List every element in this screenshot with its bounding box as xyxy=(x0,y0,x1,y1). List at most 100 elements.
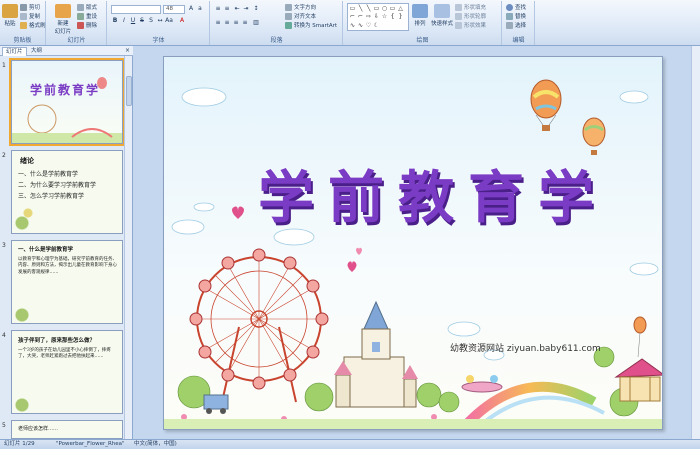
align-left-icon[interactable]: ≡ xyxy=(214,19,222,27)
line-spacing-icon[interactable]: ↕ xyxy=(252,5,260,13)
star-shape-icon[interactable]: ☆ xyxy=(381,13,388,20)
numbering-icon[interactable]: ≡ xyxy=(223,5,231,13)
rect2-shape-icon[interactable]: ▭ xyxy=(373,5,380,12)
arrow2-shape-icon[interactable]: ⇩ xyxy=(373,13,380,20)
watermark-text: 幼教资源网站 ziyuan.baby611.com xyxy=(450,344,601,354)
slide-number: 5 xyxy=(2,422,6,429)
font-size-combo[interactable]: 48 xyxy=(163,5,185,14)
slide-title[interactable]: 学前教育学 xyxy=(258,153,608,234)
bracket-shape-icon[interactable]: ⌐ xyxy=(357,13,364,20)
slide-thumb-1[interactable]: 学前教育学 xyxy=(9,58,125,146)
arrow-shape-icon[interactable]: ⇨ xyxy=(365,13,372,20)
paste-icon xyxy=(2,4,18,18)
brace2-shape-icon[interactable]: } xyxy=(397,13,404,20)
effects-icon xyxy=(455,21,462,29)
slide-number: 3 xyxy=(2,242,6,249)
line-shape-icon[interactable]: ╲ xyxy=(357,5,364,12)
font-group: 48 A a B I U S S ↔ Aa A 字体 xyxy=(108,1,210,45)
language: 中文(简体，中国) xyxy=(134,441,177,447)
elbow-shape-icon[interactable]: ⌐ xyxy=(349,13,356,20)
decrease-indent-icon[interactable]: ⇤ xyxy=(233,5,241,13)
tab-slides[interactable]: 幻灯片 xyxy=(2,47,27,56)
new-slide-icon xyxy=(55,4,71,18)
delete-button[interactable]: 删除 xyxy=(77,21,97,29)
curve-shape-icon[interactable]: ∿ xyxy=(349,22,356,29)
scissors-icon xyxy=(20,3,27,11)
shadow-icon[interactable]: S xyxy=(147,17,155,25)
align-text-button[interactable]: 对齐文本 xyxy=(285,12,316,20)
rect3-shape-icon[interactable]: ▭ xyxy=(389,5,396,12)
theme-name: "Powerbar_Flower_Rhea" xyxy=(56,441,125,447)
grow-font-icon[interactable]: A xyxy=(187,5,195,13)
italic-icon[interactable]: I xyxy=(120,17,128,25)
brace-shape-icon[interactable]: { xyxy=(389,13,396,20)
underline-icon[interactable]: U xyxy=(129,17,137,25)
slides-group: 新建 幻灯片 版式 重设 删除 幻灯片 xyxy=(47,1,107,45)
oval-shape-icon[interactable]: ○ xyxy=(381,5,388,12)
thumb-line: 三、怎么学习学前教育学 xyxy=(18,193,85,200)
font-label: 字体 xyxy=(152,37,165,44)
current-slide[interactable]: 学前教育学 幼教资源网站 ziyuan.baby611.com xyxy=(163,56,663,430)
delete-icon xyxy=(77,21,84,29)
copy-button[interactable]: 复制 xyxy=(20,12,40,20)
columns-icon[interactable]: ▥ xyxy=(252,19,260,27)
reset-button[interactable]: 重设 xyxy=(77,12,97,20)
thumb-line: 二、为什么要学习学前教育学 xyxy=(18,182,97,189)
shape-effects-button[interactable]: 形状效果 xyxy=(455,21,486,29)
thumb-body: 以教育学和心理学为基础，研究学前教育的任务、内容、原则和方法，揭示出儿童在教育影… xyxy=(18,257,117,275)
slide-number: 4 xyxy=(2,332,6,339)
shapes-gallery[interactable]: ▭ ╲ ╲ ▭ ○ ▭ △ ⌐ ⌐ ⇨ ⇩ ☆ { } ∿ ∿ ♡ ☾ xyxy=(347,3,409,31)
thumb-flower-decoration xyxy=(12,297,34,323)
replace-icon xyxy=(506,12,513,20)
tab-outline[interactable]: 大纲 xyxy=(28,47,45,56)
line2-shape-icon[interactable]: ╲ xyxy=(365,5,372,12)
smartart-button[interactable]: 转换为 SmartArt xyxy=(285,21,337,29)
format-painter-button[interactable]: 格式刷 xyxy=(20,21,46,29)
case-icon[interactable]: Aa xyxy=(165,17,173,25)
quick-styles-icon xyxy=(434,4,450,18)
triangle-shape-icon[interactable]: △ xyxy=(397,5,404,12)
heart-shape-icon[interactable]: ♡ xyxy=(365,22,372,29)
arrange-button[interactable]: 排列 xyxy=(411,4,429,27)
bullets-icon[interactable]: ≡ xyxy=(214,5,222,13)
status-bar: 幻灯片 1/29 "Powerbar_Flower_Rhea" 中文(简体，中国… xyxy=(0,439,700,449)
rectangle-shape-icon[interactable]: ▭ xyxy=(349,5,356,12)
slide-thumb-2[interactable]: 绪论 一、什么是学前教育学 二、为什么要学习学前教育学 三、怎么学习学前教育学 xyxy=(11,150,123,234)
thumb-flower-decoration xyxy=(12,203,36,233)
panel-scroll-thumb[interactable] xyxy=(126,76,132,106)
find-button[interactable]: 查找 xyxy=(506,3,526,11)
editor-scrollbar[interactable] xyxy=(691,46,700,439)
justify-icon[interactable]: ≡ xyxy=(241,19,249,27)
fill-icon xyxy=(455,3,462,11)
font-color-icon[interactable]: A xyxy=(178,17,186,25)
brush-icon xyxy=(20,21,27,29)
moon-shape-icon[interactable]: ☾ xyxy=(373,22,380,29)
quick-styles-button[interactable]: 快速样式 xyxy=(430,4,454,27)
slide-editor: 学前教育学 幼教资源网站 ziyuan.baby611.com xyxy=(134,46,700,439)
slide-thumb-3[interactable]: 一、什么是学前教育学 以教育学和心理学为基础，研究学前教育的任务、内容、原则和方… xyxy=(11,240,123,324)
shrink-font-icon[interactable]: a xyxy=(196,5,204,13)
close-icon[interactable]: × xyxy=(125,47,130,54)
slide-thumb-5[interactable]: 老师应该怎样…… xyxy=(11,420,123,439)
new-slide-button[interactable]: 新建 幻灯片 xyxy=(52,4,74,35)
paragraph-group: ≡ ≡ ⇤ ⇥ ↕ ≡ ≡ ≡ ≡ ▥ 文字方向 对齐文本 转换为 SmartA… xyxy=(211,1,343,45)
cut-button[interactable]: 剪切 xyxy=(20,3,40,11)
increase-indent-icon[interactable]: ⇥ xyxy=(242,5,250,13)
layout-button[interactable]: 版式 xyxy=(77,3,97,11)
font-name-combo[interactable] xyxy=(111,5,161,14)
align-center-icon[interactable]: ≡ xyxy=(223,19,231,27)
shape-fill-button[interactable]: 形状填充 xyxy=(455,3,486,11)
bold-icon[interactable]: B xyxy=(111,17,119,25)
spacing-icon[interactable]: ↔ xyxy=(156,17,164,25)
panel-scrollbar[interactable] xyxy=(124,56,132,439)
wave-shape-icon[interactable]: ∿ xyxy=(357,22,364,29)
select-button[interactable]: 选择 xyxy=(506,21,526,29)
replace-button[interactable]: 替换 xyxy=(506,12,526,20)
strikethrough-icon[interactable]: S xyxy=(138,17,146,25)
align-right-icon[interactable]: ≡ xyxy=(232,19,240,27)
slide-thumb-4[interactable]: 孩子伴到了，原来那些怎么做？ 一个3岁的孩子在幼儿园里不小心摔倒了，摔疼了，大哭… xyxy=(11,330,123,414)
text-direction-button[interactable]: 文字方向 xyxy=(285,3,316,11)
paste-button[interactable]: 粘贴 xyxy=(2,4,18,27)
shape-outline-button[interactable]: 形状轮廓 xyxy=(455,12,486,20)
thumb-flower-decoration xyxy=(12,387,34,413)
